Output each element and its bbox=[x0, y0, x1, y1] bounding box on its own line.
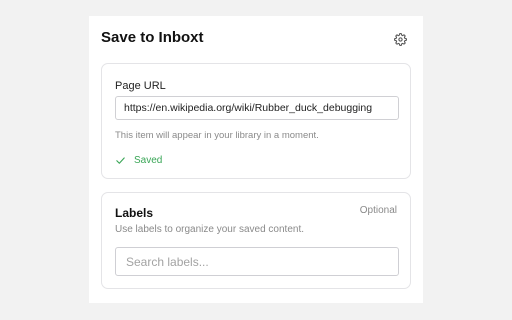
labels-description: Use labels to organize your saved conten… bbox=[115, 224, 304, 235]
save-status: Saved bbox=[115, 153, 162, 167]
check-icon bbox=[116, 156, 125, 164]
save-panel: Save to Inboxt Page URL This item will a… bbox=[89, 16, 423, 303]
page-url-card: Page URL This item will appear in your l… bbox=[101, 63, 411, 179]
labels-card: Labels Optional Use labels to organize y… bbox=[101, 192, 411, 289]
settings-button[interactable] bbox=[389, 28, 411, 50]
panel-header: Save to Inboxt bbox=[101, 28, 411, 48]
search-labels-input[interactable] bbox=[115, 247, 399, 276]
panel-title: Save to Inboxt bbox=[101, 29, 204, 46]
status-text: Saved bbox=[134, 154, 163, 166]
page-url-input[interactable] bbox=[115, 96, 399, 120]
page-url-label: Page URL bbox=[115, 80, 166, 92]
library-hint-text: This item will appear in your library in… bbox=[115, 130, 319, 141]
labels-heading: Labels bbox=[115, 206, 154, 220]
gear-icon bbox=[393, 32, 407, 46]
optional-tag: Optional bbox=[359, 205, 397, 216]
